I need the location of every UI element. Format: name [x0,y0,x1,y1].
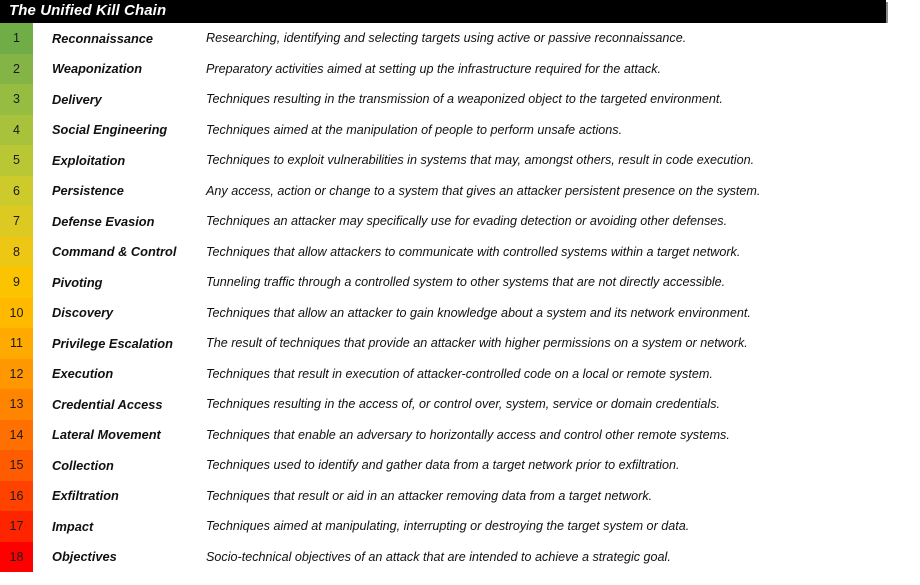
phase-name: Command & Control [52,244,177,260]
phase-name: Privilege Escalation [52,335,173,351]
phase-number-swatch: 1 [0,23,33,54]
phase-number-swatch: 12 [0,358,33,389]
phase-number-swatch: 13 [0,389,33,420]
table-row: 9 Pivoting Tunneling traffic through a con… [0,267,920,298]
phase-name: Lateral Movement [52,427,161,443]
phase-name: Exploitation [52,152,126,168]
phase-description: Techniques that allow attackers to commu… [206,244,741,259]
phase-name: Exfiltration [52,488,119,504]
phase-number-swatch: 18 [0,541,33,572]
table-row: 11 Privilege Escalation The result of tech… [0,328,920,359]
table-row: 8 Command & Control Techniques that allow … [0,236,920,267]
table-row: 13 Credential Access Techniques resulting … [0,389,920,420]
phase-name: Objectives [52,549,117,565]
phase-number-swatch: 5 [0,145,33,176]
phase-name: Credential Access [52,396,163,412]
phase-name: Impact [52,518,94,534]
table-row: 3 Delivery Techniques resulting in the tra… [0,84,920,115]
table-row: 14 Lateral Movement Techniques that enable… [0,419,920,450]
phase-name: Delivery [52,91,102,107]
phase-description: Techniques resulting in the transmission… [206,92,723,107]
phase-name: Execution [52,366,114,382]
phase-name: Reconnaissance [52,30,154,46]
phase-description: Any access, action or change to a system… [206,183,761,198]
phase-description: Techniques that result in execution of a… [206,366,713,381]
phase-description: Techniques an attacker may specifically … [206,214,728,229]
phase-description: Techniques that allow an attacker to gai… [206,305,751,320]
phase-table: 1 Reconnaissance Researching, identifying … [0,23,920,572]
phase-description: Techniques aimed at manipulating, interr… [206,519,690,534]
table-row: 15 Collection Techniques used to identify … [0,450,920,481]
table-row: 18 Objectives Socio-technical objectives o… [0,541,920,572]
phase-description: Researching, identifying and selecting t… [206,31,687,46]
table-row: 10 Discovery Techniques that allow an atta… [0,297,920,328]
phase-name: Defense Evasion [52,213,155,229]
phase-name: Weaponization [52,61,143,77]
phase-description: Techniques used to identify and gather d… [206,458,680,473]
table-row: 12 Execution Techniques that result in exe… [0,358,920,389]
table-row: 2 Weaponization Preparatory activities aim… [0,53,920,84]
phase-number-swatch: 6 [0,175,33,206]
phase-number-swatch: 14 [0,419,33,450]
unified-kill-chain-figure: The Unified Kill Chain 1 Reconnaissance Re… [0,0,920,585]
phase-number-swatch: 10 [0,297,33,328]
phase-number-swatch: 15 [0,450,33,481]
table-row: 6 Persistence Any access, action or change… [0,175,920,206]
table-row: 16 Exfiltration Techniques that result or … [0,480,920,511]
page-title: The Unified Kill Chain [9,2,167,19]
phase-name: Collection [52,457,114,473]
phase-number-swatch: 16 [0,480,33,511]
phase-number-swatch: 3 [0,84,33,115]
table-row: 17 Impact Techniques aimed at manipulating… [0,511,920,542]
phase-description: Techniques to exploit vulnerabilities in… [206,153,755,168]
phase-description: Techniques that enable an adversary to h… [206,427,730,442]
phase-number-swatch: 2 [0,53,33,84]
phase-description: Socio-technical objectives of an attack … [206,549,671,564]
phase-number-swatch: 17 [0,511,33,542]
phase-name: Discovery [52,305,114,321]
phase-description: Techniques aimed at the manipulation of … [206,122,623,137]
phase-number-swatch: 9 [0,267,33,298]
phase-description: Techniques that result or aid in an atta… [206,488,653,503]
table-row: 1 Reconnaissance Researching, identifying … [0,23,920,54]
phase-number-swatch: 7 [0,206,33,237]
table-row: 5 Exploitation Techniques to exploit vulne… [0,145,920,176]
phase-description: The result of techniques that provide an… [206,336,748,351]
phase-number-swatch: 11 [0,328,33,359]
phase-name: Persistence [52,183,124,199]
table-row: 4 Social Engineering Techniques aimed at t… [0,114,920,145]
title-bar: The Unified Kill Chain [0,0,886,23]
phase-description: Tunneling traffic through a controlled s… [206,275,726,290]
table-row: 7 Defense Evasion Techniques an attacker m… [0,206,920,237]
phase-description: Preparatory activities aimed at setting … [206,61,661,76]
phase-name: Pivoting [52,274,103,290]
phase-name: Social Engineering [52,122,168,138]
phase-number-swatch: 8 [0,236,33,267]
phase-description: Techniques resulting in the access of, o… [206,397,721,412]
phase-number-swatch: 4 [0,114,33,145]
